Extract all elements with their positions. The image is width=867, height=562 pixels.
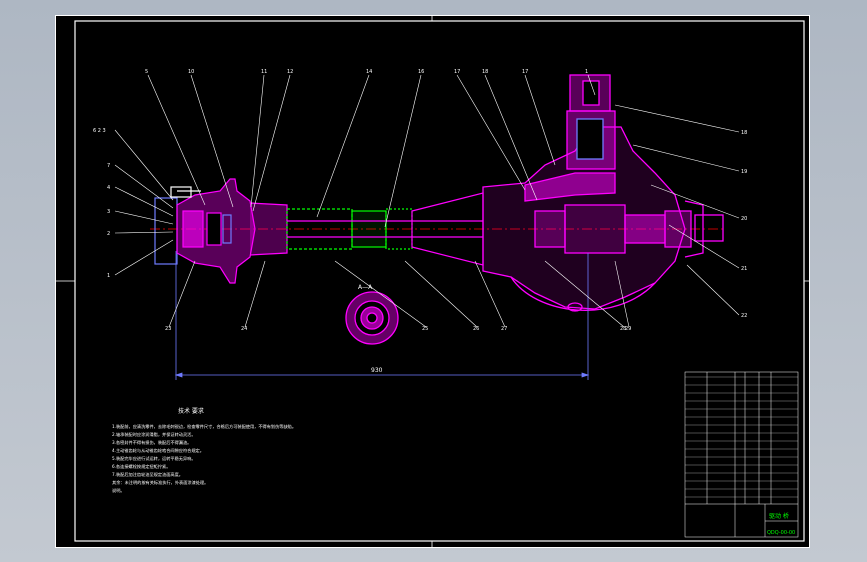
balloon-top-1: 5 [145,69,148,75]
balloon-right-1: 18 [741,130,747,136]
section-view-label: A—A [358,284,373,291]
leader-left-6 [114,239,174,276]
balloon-top-9: 17 [522,69,528,75]
balloon-right-3: 20 [741,216,747,222]
inner-frame [74,20,805,542]
notes-title: 技术 要求 [178,407,204,415]
leader-left-1 [114,129,174,201]
left-hub-assembly [154,178,256,284]
note-line-1: 1.装配前，应清洗零件，去除毛刺锐边，检查零件尺寸，合格后方可装配使用，不得有划… [112,423,296,430]
parts-list-rows [685,376,798,498]
note-line-2: 2.轴承装配时应涂润滑脂，并保证转动灵活。 [112,431,196,438]
leader-top-4 [252,74,291,212]
balloon-right-4: 21 [741,266,747,272]
section-view-aa [345,291,399,345]
balloon-left-2: 7 [107,163,110,169]
balloon-top-10: 1 [585,69,588,75]
leader-bottom-4 [404,260,478,328]
note-line-8: 其余：未注明的按有关标准执行，外表面涂漆处理。 [112,479,208,486]
leader-top-9 [524,74,556,166]
note-line-7: 7.装配后加注齿轮油至规定油面高度。 [112,471,183,478]
balloon-top-7: 17 [454,69,460,75]
leader-left-4 [114,210,174,225]
leader-right-1 [614,104,740,133]
balloon-bottom-5: 27 [501,326,507,332]
leader-left-5 [114,231,174,234]
balloon-left-6: 1 [107,273,110,279]
balloon-left-1: 6 2 3 [93,128,106,134]
balloon-right-5: 22 [741,313,747,319]
balloon-top-5: 14 [366,69,372,75]
balloon-left-3: 4 [107,185,110,191]
left-axle-housing [249,192,484,266]
leader-top-1 [147,74,206,206]
leader-bottom-1 [168,260,196,328]
balloon-top-2: 10 [188,69,194,75]
cad-viewport[interactable]: A—A 930 5 10 11 12 14 16 17 18 17 1 6 2 3 7 4 3 2 1 18 19… [0,0,867,562]
balloon-bottom-4: 26 [473,326,479,332]
title-block-name: 驱动 桥 [769,512,789,520]
leader-right-5 [686,264,740,316]
note-line-5: 5.装配完毕应进行试运转，运转平稳无异响。 [112,455,196,462]
balloon-left-5: 2 [107,231,110,237]
leader-top-6 [384,74,422,228]
assembly-drawing: A—A 930 5 10 11 12 14 16 17 18 17 16 2 3743211819… [55,15,810,548]
balloon-bottom-7: 29 [625,326,631,332]
title-block-drawing-no: QDQ-00-00 [767,530,795,536]
note-line-4: 4.主动锥齿轮与从动锥齿轮啮合间隙应符合规定。 [112,447,204,454]
balloon-left-4: 3 [107,209,110,215]
leader-bottom-2 [244,260,266,328]
drawing-sheet[interactable]: A—A 930 5 10 11 12 14 16 17 18 17 1 6 2 3 7 4 3 2 1 18 19… [55,15,810,548]
note-line-6: 6.各连接螺栓按规定扭矩拧紧。 [112,463,170,470]
note-line-9: 说明。 [112,487,125,494]
note-line-3: 3.各密封件不得有损伤，装配后不得漏油。 [112,439,191,446]
balloon-top-3: 11 [261,69,267,75]
leader-top-8 [484,74,538,201]
balloon-bottom-1: 23 [165,326,171,332]
dimension-value: 930 [371,367,383,374]
balloon-top-4: 12 [287,69,293,75]
differential-housing [482,74,724,312]
balloon-bottom-2: 24 [241,326,247,332]
leader-top-3 [250,74,265,208]
balloon-bottom-3: 25 [422,326,428,332]
balloon-top-8: 18 [482,69,488,75]
leader-top-5 [316,74,370,218]
technical-notes: 1.装配前，应清洗零件，去除毛刺锐边，检查零件尺寸，合格后方可装配使用，不得有划… [112,423,296,494]
balloon-right-2: 19 [741,169,747,175]
leader-top-7 [456,74,526,191]
balloon-top-6: 16 [418,69,424,75]
